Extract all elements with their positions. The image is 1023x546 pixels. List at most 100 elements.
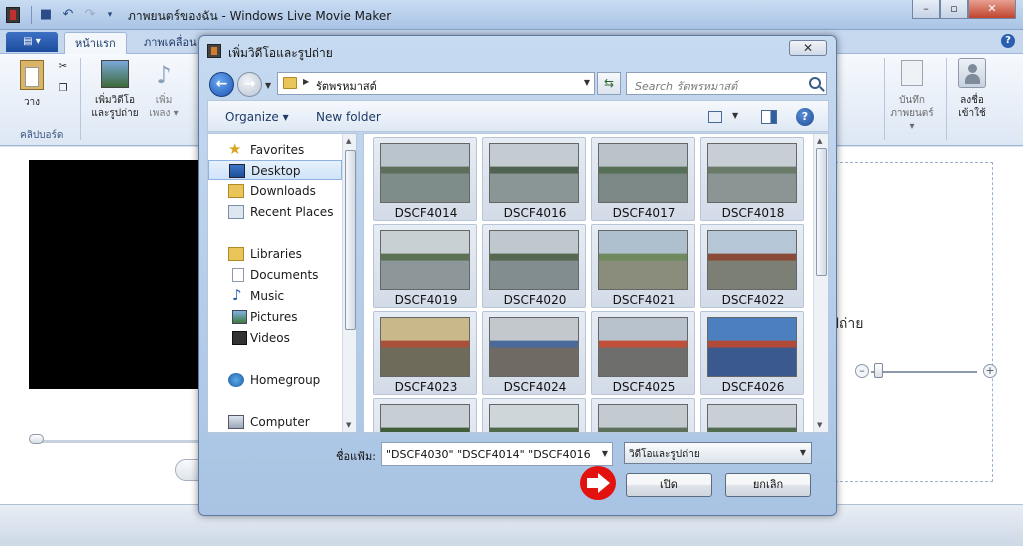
dialog-help-icon[interactable]: ? bbox=[796, 108, 814, 126]
photo-thumbnail-image bbox=[489, 404, 579, 432]
recent-locations-dropdown-icon[interactable]: ▼ bbox=[265, 81, 271, 90]
navigation-scrollbar[interactable]: ▲ ▼ bbox=[342, 134, 356, 432]
nav-item-music[interactable]: ♪ Music bbox=[208, 286, 342, 306]
help-icon[interactable]: ? bbox=[1001, 34, 1015, 48]
nav-item-pictures[interactable]: Pictures bbox=[208, 307, 342, 327]
file-thumbnail[interactable]: DSCF4023 bbox=[373, 311, 477, 395]
save-movie-button[interactable]: บันทึก ภาพยนตร์ ▾ bbox=[888, 60, 936, 133]
search-input[interactable]: Search รัตพรหมาสต์ bbox=[635, 77, 737, 95]
organize-menu[interactable]: Organize ▾ bbox=[225, 110, 289, 124]
search-icon[interactable] bbox=[809, 77, 821, 89]
dialog-close-button[interactable]: ✕ bbox=[789, 40, 827, 56]
undo-icon[interactable]: ↶ bbox=[60, 7, 76, 23]
sign-in-button[interactable]: ลงชื่อ เข้าใช้ bbox=[952, 58, 992, 120]
customize-quick-access-icon[interactable]: ▾ bbox=[102, 7, 118, 23]
file-thumbnail[interactable] bbox=[373, 398, 477, 432]
save-movie-icon bbox=[901, 60, 923, 86]
file-thumbnail[interactable] bbox=[482, 398, 586, 432]
filename-combobox[interactable]: "DSCF4030" "DSCF4014" "DSCF4016" "D ▼ bbox=[381, 442, 613, 466]
file-thumbnail[interactable]: DSCF4019 bbox=[373, 224, 477, 308]
nav-item-favorites[interactable]: ★ Favorites bbox=[208, 140, 342, 160]
file-thumbnail[interactable]: DSCF4016 bbox=[482, 137, 586, 221]
address-dropdown-icon[interactable]: ▼ bbox=[584, 78, 590, 87]
copy-icon[interactable]: ❐ bbox=[56, 82, 70, 95]
save-icon[interactable]: ■ bbox=[38, 7, 54, 23]
file-thumbnail[interactable]: DSCF4026 bbox=[700, 311, 804, 395]
scroll-down-icon[interactable]: ▼ bbox=[817, 421, 822, 429]
breadcrumb-arrow-icon[interactable]: ▶ bbox=[303, 77, 309, 86]
forward-button[interactable]: → bbox=[237, 72, 262, 97]
open-button[interactable]: เปิด bbox=[626, 473, 712, 497]
close-button[interactable]: ✕ bbox=[968, 0, 1016, 19]
nav-item-recent-places[interactable]: Recent Places bbox=[208, 202, 342, 222]
scrollbar-thumb[interactable] bbox=[816, 148, 827, 276]
paste-label: วาง bbox=[23, 97, 41, 108]
file-thumbnail[interactable]: DSCF4022 bbox=[700, 224, 804, 308]
scroll-up-icon[interactable]: ▲ bbox=[346, 137, 351, 145]
pictures-icon bbox=[232, 310, 247, 324]
file-type-select[interactable]: วิดีโอและรูปถ่าย ▼ bbox=[624, 442, 812, 464]
add-videos-photos-button[interactable]: เพิ่มวิดีโอ และรูปถ่าย bbox=[86, 60, 144, 120]
sign-in-label-line1: ลงชื่อ bbox=[960, 95, 984, 106]
photo-thumbnail-image bbox=[380, 230, 470, 290]
file-thumbnail[interactable]: DSCF4017 bbox=[591, 137, 695, 221]
maximize-button[interactable]: ▫ bbox=[940, 0, 968, 19]
nav-item-libraries[interactable]: Libraries bbox=[208, 244, 342, 264]
address-bar[interactable]: ▶ รัตพรหมาสต์ ▼ bbox=[277, 72, 595, 95]
nav-item-desktop[interactable]: Desktop bbox=[208, 160, 342, 180]
minimize-button[interactable]: – bbox=[912, 0, 940, 19]
file-thumbnail[interactable]: DSCF4024 bbox=[482, 311, 586, 395]
add-music-button[interactable]: ♪ เพิ่ม เพลง ▾ bbox=[146, 60, 182, 120]
photo-thumbnail-image bbox=[380, 143, 470, 203]
file-name: DSCF4019 bbox=[394, 293, 458, 307]
application-menu-button[interactable]: ▤ ▾ bbox=[6, 32, 58, 52]
redo-icon[interactable]: ↷ bbox=[82, 7, 98, 23]
add-videos-label-line1: เพิ่มวิดีโอ bbox=[94, 95, 136, 106]
nav-item-downloads[interactable]: Downloads bbox=[208, 181, 342, 201]
change-view-icon[interactable] bbox=[708, 111, 722, 123]
tab-home[interactable]: หน้าแรก bbox=[64, 32, 127, 54]
tab-animations[interactable]: ภาพเคลื่อน bbox=[134, 32, 207, 54]
cancel-button[interactable]: ยกเลิก bbox=[725, 473, 811, 497]
breadcrumb-current-folder[interactable]: รัตพรหมาสต์ bbox=[316, 77, 377, 95]
photo-thumbnail-image bbox=[707, 230, 797, 290]
scroll-down-icon[interactable]: ▼ bbox=[346, 421, 351, 429]
nav-item-homegroup[interactable]: Homegroup bbox=[208, 370, 342, 390]
view-options-dropdown-icon[interactable]: ▼ bbox=[732, 111, 738, 120]
preview-pane-icon[interactable] bbox=[761, 110, 777, 124]
back-button[interactable]: ← bbox=[209, 72, 234, 97]
file-thumbnail[interactable]: DSCF4021 bbox=[591, 224, 695, 308]
paste-button[interactable]: วาง bbox=[14, 60, 50, 109]
file-thumbnail[interactable]: DSCF4014 bbox=[373, 137, 477, 221]
file-thumbnail[interactable] bbox=[700, 398, 804, 432]
nav-item-label: Favorites bbox=[250, 143, 305, 157]
scroll-up-icon[interactable]: ▲ bbox=[817, 137, 822, 145]
seek-thumb[interactable] bbox=[29, 434, 44, 444]
nav-item-documents[interactable]: Documents bbox=[208, 265, 342, 285]
seek-bar[interactable] bbox=[32, 440, 207, 443]
nav-item-videos[interactable]: Videos bbox=[208, 328, 342, 348]
cut-icon[interactable]: ✂ bbox=[56, 60, 70, 73]
file-type-dropdown-icon[interactable]: ▼ bbox=[800, 448, 806, 457]
file-thumbnail[interactable] bbox=[591, 398, 695, 432]
sign-in-label-line2: เข้าใช้ bbox=[958, 108, 986, 119]
refresh-button[interactable]: ⇆ bbox=[597, 72, 621, 95]
file-thumbnail[interactable]: DSCF4018 bbox=[700, 137, 804, 221]
photo-thumbnail-image bbox=[489, 230, 579, 290]
nav-item-computer[interactable]: Computer bbox=[208, 412, 342, 432]
movie-maker-app-icon[interactable] bbox=[6, 7, 20, 23]
file-thumbnail[interactable]: DSCF4025 bbox=[591, 311, 695, 395]
filename-label: ชื่อแฟ้ม: bbox=[336, 450, 376, 463]
filename-dropdown-icon[interactable]: ▼ bbox=[602, 449, 608, 458]
zoom-in-button[interactable]: + bbox=[983, 364, 997, 378]
file-type-value: วิดีโอและรูปถ่าย bbox=[629, 449, 700, 460]
zoom-slider-thumb[interactable] bbox=[874, 363, 883, 378]
new-folder-button[interactable]: New folder bbox=[316, 110, 381, 124]
file-list-scrollbar[interactable]: ▲ ▼ bbox=[813, 134, 828, 432]
zoom-out-button[interactable]: – bbox=[855, 364, 869, 378]
scrollbar-thumb[interactable] bbox=[345, 150, 356, 330]
search-box[interactable]: Search รัตพรหมาสต์ bbox=[626, 72, 827, 95]
filename-input[interactable]: "DSCF4030" "DSCF4014" "DSCF4016" "D bbox=[386, 448, 591, 461]
file-thumbnail[interactable]: DSCF4020 bbox=[482, 224, 586, 308]
zoom-slider[interactable] bbox=[871, 371, 977, 373]
